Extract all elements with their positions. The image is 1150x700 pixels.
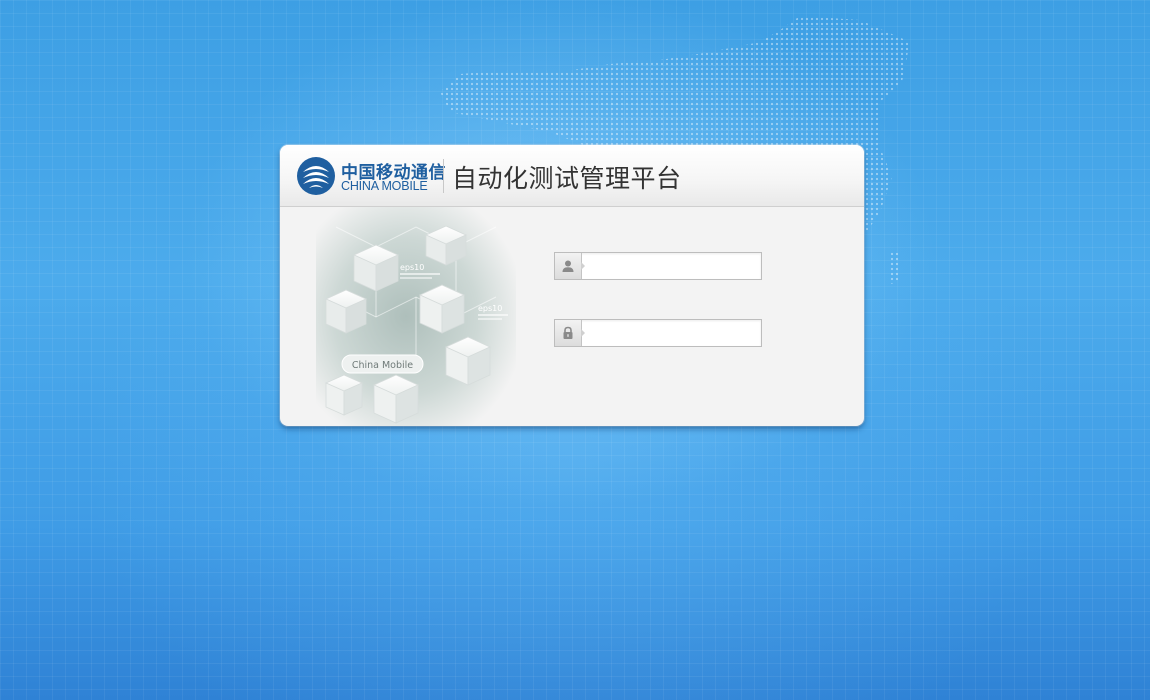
password-input[interactable] [587,323,755,343]
field-pointer [581,329,585,337]
user-icon [562,260,574,272]
eps-label: eps10 [478,304,502,313]
brand-name-english: CHINA MOBILE [341,179,428,193]
badge-text: China Mobile [352,360,413,371]
password-icon-box [555,320,582,346]
cube [353,244,399,292]
password-field[interactable] [554,319,762,347]
login-panel: 中国移动通信 CHINA MOBILE 自动化测试管理平台 eps10 eps1… [280,145,864,426]
username-icon-box [555,253,582,279]
cube-illustration: eps10 eps10 China Mobile [316,207,516,426]
china-mobile-logo-icon [297,157,335,195]
header-divider [443,159,444,193]
username-field[interactable] [554,252,762,280]
field-pointer [581,262,585,270]
page-title: 自动化测试管理平台 [452,164,682,193]
panel-body: eps10 eps10 China Mobile [280,207,864,426]
china-mobile-badge: China Mobile [341,354,424,374]
username-input[interactable] [587,256,755,276]
lock-icon [563,326,573,339]
eps-label: eps10 [400,263,424,272]
panel-header: 中国移动通信 CHINA MOBILE 自动化测试管理平台 [280,145,864,207]
